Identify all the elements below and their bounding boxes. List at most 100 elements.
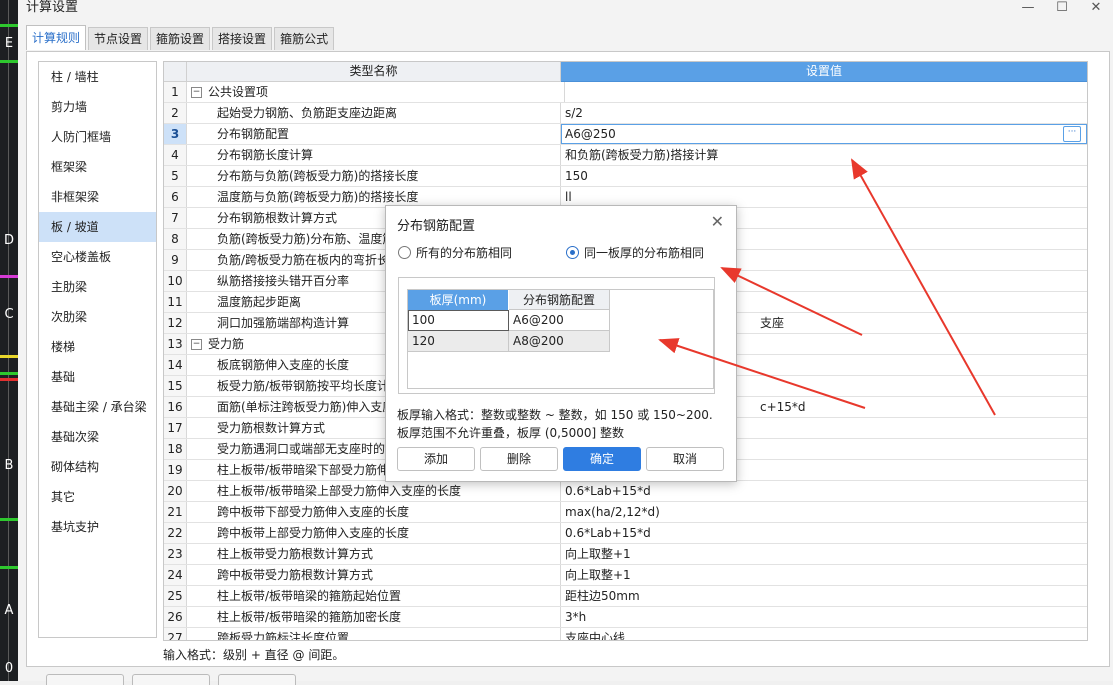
sidebar-item[interactable]: 非框架梁 (39, 182, 156, 212)
row-value: 3*h (565, 610, 587, 624)
row-name: 温度筋起步距离 (217, 295, 302, 309)
config-cell[interactable]: A8@200 (509, 331, 610, 352)
thickness-table-header: 板厚(mm) 分布钢筋配置 (408, 290, 713, 310)
radio-all-same[interactable]: 所有的分布筋相同 (398, 244, 512, 261)
row-name-cell: 柱上板带/板带暗梁上部受力筋伸入支座的长度 (187, 481, 561, 501)
add-button[interactable]: 添加 (397, 447, 475, 471)
sidebar-item[interactable]: 基础 (39, 362, 156, 392)
thickness-table: 板厚(mm) 分布钢筋配置 100 A6@200 120 A8@200 (407, 289, 714, 389)
row-value: 0.6*Lab+15*d (565, 526, 651, 540)
sidebar-item[interactable]: 次肋梁 (39, 302, 156, 332)
row-value-cell[interactable]: ll (561, 187, 1087, 207)
component-sidebar: 柱 / 墙柱 剪力墙 人防门框墙 框架梁 非框架梁板 / 坡道 空心楼盖板 主肋梁 次肋梁 楼梯… (38, 61, 157, 638)
radio-same-thickness[interactable]: 同一板厚的分布筋相同 (566, 244, 704, 261)
row-number: 18 (164, 439, 187, 459)
minimize-icon[interactable]: — (1021, 0, 1035, 16)
tab-lap-settings[interactable]: 搭接设置 (212, 27, 273, 50)
ellipsis-icon[interactable]: ··· (1063, 126, 1081, 142)
sidebar-item[interactable]: 主肋梁 (39, 272, 156, 302)
dialog-hint-line: 板厚输入格式：整数或整数 ~ 整数，如 150 或 150~200. (397, 408, 713, 422)
cad-axis-label: C (4, 307, 14, 322)
row-name: 受力筋 (208, 337, 245, 351)
row-value-cell[interactable]: 向上取整+1 (561, 565, 1087, 585)
table-row[interactable]: 3 分布钢筋配置 A6@250 ··· (164, 124, 1087, 145)
cad-mark (0, 372, 18, 375)
table-row[interactable]: 23 柱上板带受力筋根数计算方式 向上取整+1 (164, 544, 1087, 565)
sidebar-item[interactable]: 板 / 坡道 (39, 212, 156, 242)
table-row[interactable]: 4 分布钢筋长度计算 和负筋(跨板受力筋)搭接计算 (164, 145, 1087, 166)
row-value-cell[interactable]: 支座中心线 (561, 628, 1087, 640)
row-number: 11 (164, 292, 187, 312)
bottom-button-stub[interactable] (132, 674, 210, 685)
config-cell[interactable]: A6@200 (509, 310, 610, 331)
row-value-cell[interactable]: s/2 (561, 103, 1087, 123)
row-value-cell[interactable]: 0.6*Lab+15*d (561, 523, 1087, 543)
sidebar-item[interactable]: 基础主梁 / 承台梁 (39, 392, 156, 422)
table-row[interactable]: 20 柱上板带/板带暗梁上部受力筋伸入支座的长度 0.6*Lab+15*d (164, 481, 1087, 502)
row-number: 25 (164, 586, 187, 606)
sidebar-item[interactable]: 柱 / 墙柱 (39, 62, 156, 92)
sidebar-item[interactable]: 人防门框墙 (39, 122, 156, 152)
row-value-cell[interactable]: 和负筋(跨板受力筋)搭接计算 (561, 145, 1087, 165)
row-value-cell[interactable]: max(ha/2,12*d) (561, 502, 1087, 522)
row-number: 16 (164, 397, 187, 417)
close-icon[interactable]: ✕ (1089, 0, 1103, 16)
row-name-cell: 起始受力钢筋、负筋距支座边距离 (187, 103, 561, 123)
row-name: 受力筋根数计算方式 (217, 421, 326, 435)
table-row[interactable]: 5 分布筋与负筋(跨板受力筋)的搭接长度 150 (164, 166, 1087, 187)
table-row[interactable]: 120 A8@200 (408, 331, 713, 352)
row-value-cell[interactable]: 0.6*Lab+15*d (561, 481, 1087, 501)
row-value-cell[interactable] (565, 82, 1087, 102)
delete-button[interactable]: 删除 (480, 447, 558, 471)
row-value-cell[interactable]: 150 (561, 166, 1087, 186)
sidebar-item[interactable]: 空心楼盖板 (39, 242, 156, 272)
collapse-icon[interactable]: − (191, 87, 202, 98)
sidebar-item[interactable]: 基础次梁 (39, 422, 156, 452)
sidebar-item[interactable]: 砌体结构 (39, 452, 156, 482)
row-value-cell[interactable]: 向上取整+1 (561, 544, 1087, 564)
row-name: 纵筋搭接接头错开百分率 (217, 274, 350, 288)
tab-node-settings[interactable]: 节点设置 (88, 27, 149, 50)
row-name: 分布钢筋根数计算方式 (217, 211, 338, 225)
table-row[interactable]: 21 跨中板带下部受力筋伸入支座的长度 max(ha/2,12*d) (164, 502, 1087, 523)
maximize-icon[interactable]: ☐ (1055, 0, 1069, 16)
sidebar-item[interactable]: 基坑支护 (39, 512, 156, 542)
sidebar-item[interactable]: 剪力墙 (39, 92, 156, 122)
thickness-cell[interactable]: 120 (408, 331, 509, 352)
row-number: 22 (164, 523, 187, 543)
row-name: 柱上板带受力筋根数计算方式 (217, 547, 374, 561)
cad-mark (0, 518, 18, 521)
row-number: 7 (164, 208, 187, 228)
sidebar-item[interactable]: 楼梯 (39, 332, 156, 362)
tab-stirrup-settings[interactable]: 箍筋设置 (150, 27, 211, 50)
table-row[interactable]: 26 柱上板带/板带暗梁的箍筋加密长度 3*h (164, 607, 1087, 628)
thickness-cell[interactable]: 100 (408, 310, 509, 331)
table-row[interactable]: 22 跨中板带上部受力筋伸入支座的长度 0.6*Lab+15*d (164, 523, 1087, 544)
group-row[interactable]: 1− 公共设置项 (164, 82, 1087, 103)
row-value-cell[interactable]: 距柱边50mm (561, 586, 1087, 606)
tab-stirrup-formula[interactable]: 箍筋公式 (274, 27, 335, 50)
table-row[interactable]: 24 跨中板带受力筋根数计算方式 向上取整+1 (164, 565, 1087, 586)
table-row[interactable]: 100 A6@200 (408, 310, 713, 331)
collapse-icon[interactable]: − (191, 339, 202, 350)
bottom-button-stub[interactable] (46, 674, 124, 685)
cancel-button[interactable]: 取消 (646, 447, 724, 471)
sidebar-item[interactable]: 框架梁 (39, 152, 156, 182)
dialog-close-icon[interactable]: ✕ (711, 212, 724, 231)
row-value-cell[interactable]: A6@250 ··· (561, 124, 1087, 144)
row-name-cell: 柱上板带/板带暗梁的箍筋起始位置 (187, 586, 561, 606)
cad-canvas-strip: E D C B A 0 (0, 0, 18, 681)
row-number: 23 (164, 544, 187, 564)
table-row[interactable]: 27 跨板受力筋标注长度位置 支座中心线 (164, 628, 1087, 640)
tab-calc-rules[interactable]: 计算规则 (26, 25, 87, 50)
row-value-cell[interactable]: 3*h (561, 607, 1087, 627)
row-number: 4 (164, 145, 187, 165)
sidebar-item[interactable]: 其它 (39, 482, 156, 512)
bottom-button-stub[interactable] (218, 674, 296, 685)
table-row[interactable]: 25 柱上板带/板带暗梁的箍筋起始位置 距柱边50mm (164, 586, 1087, 607)
row-value: s/2 (565, 106, 583, 120)
table-row[interactable]: 2 起始受力钢筋、负筋距支座边距离 s/2 (164, 103, 1087, 124)
row-value: 0.6*Lab+15*d (565, 484, 651, 498)
ok-button[interactable]: 确定 (563, 447, 641, 471)
row-name: 柱上板带/板带暗梁下部受力筋伸 (217, 463, 390, 477)
